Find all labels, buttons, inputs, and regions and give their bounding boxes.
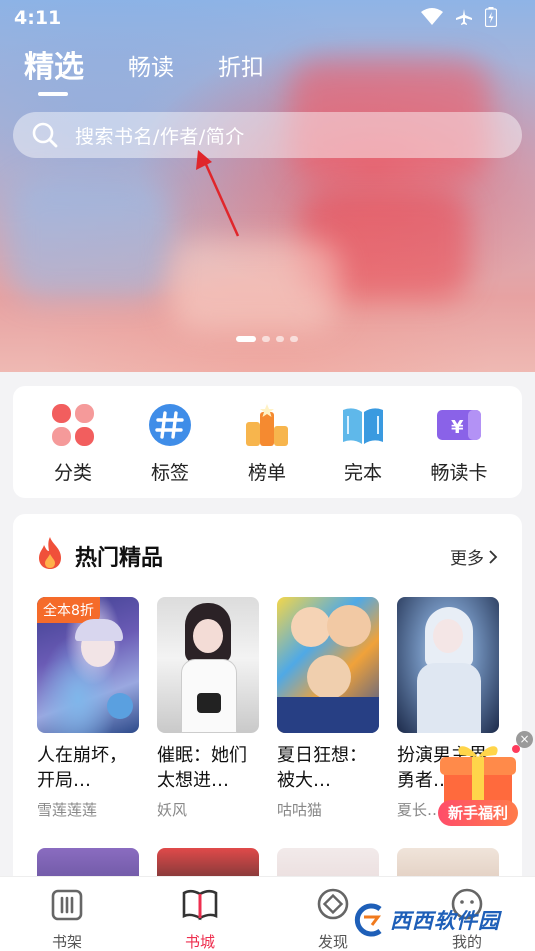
book-title: 催眠：她们太想进… bbox=[157, 745, 247, 791]
book-card[interactable]: 全本8折 人在崩坏，开局… 雪莲莲莲 bbox=[37, 597, 139, 820]
compass-icon bbox=[317, 888, 349, 920]
tab-unlimited-read[interactable]: 畅读 bbox=[128, 50, 174, 86]
carousel-dot[interactable] bbox=[236, 336, 256, 342]
hashtag-icon bbox=[147, 402, 193, 448]
search-placeholder: 搜索书名/作者/简介 bbox=[75, 125, 245, 148]
category-label: 畅读卡 bbox=[430, 462, 488, 484]
wifi-icon bbox=[421, 8, 443, 25]
close-icon[interactable]: × bbox=[516, 731, 533, 748]
category-tags[interactable]: 标签 bbox=[130, 402, 210, 485]
gift-label[interactable]: 新手福利 bbox=[438, 800, 518, 826]
book-title: 夏日狂想：被大… bbox=[277, 745, 367, 791]
svg-text:¥: ¥ bbox=[451, 417, 464, 438]
search-icon bbox=[32, 122, 58, 148]
nav-label: 书架 bbox=[51, 933, 82, 951]
annotation-arrow bbox=[196, 150, 240, 237]
category-card: 分类 标签 榜单 完本 ¥ 畅读卡 bbox=[13, 386, 522, 498]
book-cover bbox=[157, 597, 259, 733]
open-book-nav-icon bbox=[182, 889, 218, 921]
battery-icon bbox=[485, 7, 497, 27]
open-book-icon bbox=[340, 402, 386, 448]
carousel-dot[interactable] bbox=[276, 336, 284, 342]
watermark: 西西软件园 bbox=[352, 900, 522, 940]
book-cover: 全本8折 bbox=[37, 597, 139, 733]
watermark-text: 西西软件园 bbox=[390, 909, 500, 933]
tab-discount-label: 折扣 bbox=[218, 55, 264, 81]
category-label: 分类 bbox=[53, 462, 92, 484]
fire-icon bbox=[39, 537, 61, 569]
category-completed[interactable]: 完本 bbox=[323, 402, 403, 485]
nav-bookshelf[interactable]: 书架 bbox=[22, 885, 112, 951]
tab-discount[interactable]: 折扣 bbox=[218, 50, 264, 86]
active-tab-indicator bbox=[38, 92, 68, 96]
book-author: 咕咕猫 bbox=[277, 801, 323, 819]
hot-section: 热门精品 更多 全本8折 人在崩坏，开局… 雪莲莲莲 催眠：她们太想进… 妖风 bbox=[13, 514, 522, 934]
yen-ticket-icon: ¥ bbox=[436, 402, 482, 448]
category-label: 榜单 bbox=[247, 462, 286, 484]
airplane-icon bbox=[456, 9, 472, 25]
category-classify[interactable]: 分类 bbox=[33, 402, 113, 485]
section-title: 热门精品 bbox=[75, 546, 164, 571]
tab-featured-label: 精选 bbox=[24, 50, 84, 85]
category-label: 完本 bbox=[343, 462, 382, 484]
book-cover bbox=[397, 597, 499, 733]
book-author: 雪莲莲莲 bbox=[37, 801, 98, 819]
carousel-dot[interactable] bbox=[262, 336, 270, 342]
status-bar: 4:11 bbox=[0, 0, 535, 36]
clover-grid-icon bbox=[50, 402, 96, 448]
tab-unlimited-read-label: 畅读 bbox=[128, 55, 174, 81]
chevron-right-icon bbox=[489, 549, 498, 564]
carousel-indicator bbox=[236, 336, 298, 342]
nav-label: 书城 bbox=[184, 933, 215, 951]
nav-bookstore[interactable]: 书城 bbox=[155, 885, 245, 951]
top-tabs: 精选 畅读 折扣 bbox=[24, 50, 308, 96]
category-ranking[interactable]: 榜单 bbox=[227, 402, 307, 485]
bookshelf-icon bbox=[51, 889, 83, 921]
search-input[interactable]: 搜索书名/作者/简介 bbox=[13, 112, 522, 158]
book-card[interactable]: 夏日狂想：被大… 咕咕猫 bbox=[277, 597, 379, 820]
category-read-card[interactable]: ¥ 畅读卡 bbox=[419, 402, 499, 485]
more-label: 更多 bbox=[450, 549, 484, 569]
status-time: 4:11 bbox=[14, 7, 62, 29]
book-card[interactable]: 催眠：她们太想进… 妖风 bbox=[157, 597, 259, 820]
book-cover bbox=[277, 597, 379, 733]
watermark-logo-icon bbox=[354, 903, 382, 937]
book-author: 妖风 bbox=[157, 801, 188, 819]
more-link[interactable]: 更多 bbox=[450, 544, 498, 569]
category-label: 标签 bbox=[150, 462, 189, 484]
banner-carousel[interactable]: 4:11 精选 畅读 折扣 搜索书名/作者/简介 bbox=[0, 0, 535, 372]
carousel-dot[interactable] bbox=[290, 336, 298, 342]
ranking-icon bbox=[244, 402, 290, 448]
tab-featured[interactable]: 精选 bbox=[24, 50, 84, 96]
book-title: 人在崩坏，开局… bbox=[37, 745, 127, 791]
